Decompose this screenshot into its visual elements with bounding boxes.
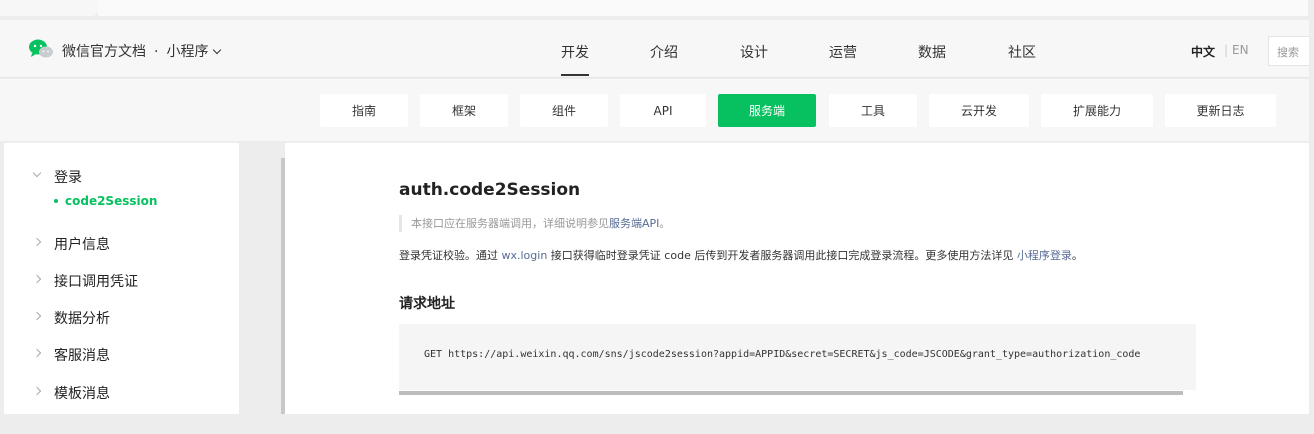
wx-login-link[interactable]: wx.login [502,249,548,262]
nav-item-community[interactable]: 社区 [1008,42,1036,62]
code-block: GET https://api.weixin.qq.com/sns/jscode… [399,324,1196,390]
sidebar-subitem-code2session[interactable]: code2Session [54,194,157,208]
description: 登录凭证校验。通过 wx.login 接口获得临时登录凭证 code 后传到开发… [399,247,1083,263]
browser-tab-edge [0,0,98,16]
miniprogram-login-link[interactable]: 小程序登录 [1017,249,1072,262]
server-note: 本接口应在服务器端调用，详细说明参见服务端API。 [399,215,670,232]
chevron-right-icon[interactable] [32,348,42,358]
request-url-code: GET https://api.weixin.qq.com/sns/jscode… [424,349,1141,360]
search-input[interactable]: 搜索 [1268,36,1309,66]
note-text: 本接口应在服务器端调用，详细说明参见 [411,217,609,230]
lang-separator: | [1224,43,1229,57]
sidebar-item-label[interactable]: 模板消息 [54,383,110,403]
desc-text-3: 。 [1071,249,1083,262]
subnav-components[interactable]: 组件 [520,94,608,127]
request-url-heading: 请求地址 [399,296,455,312]
chevron-down-icon[interactable] [213,45,222,55]
desc-text-1: 登录凭证校验。通过 [399,249,502,262]
nav-item-data[interactable]: 数据 [918,42,946,62]
lang-en[interactable]: EN [1232,43,1249,57]
sidebar-subitem-label[interactable]: code2Session [65,194,157,208]
bullet-icon [54,199,58,203]
sidebar-item-label[interactable]: 登录 [54,167,82,187]
chevron-down-icon[interactable] [32,168,42,178]
site-name[interactable]: 微信官方文档 [62,44,146,60]
brand-dot: · [154,44,159,60]
chevron-right-icon[interactable] [32,311,42,321]
browser-tab-bar [98,0,1308,16]
chevron-right-icon[interactable] [32,274,42,284]
sub-nav: 指南 框架 组件 API 服务端 工具 云开发 扩展能力 更新日志 [0,79,1309,141]
brand-title[interactable]: 微信官方文档 · 小程序 [62,41,222,61]
nav-item-operation[interactable]: 运营 [829,42,857,62]
doc-content: auth.code2Session 本接口应在服务器端调用，详细说明参见服务端A… [285,143,1309,414]
code-horizontal-scrollbar[interactable] [399,391,1183,395]
section-switcher[interactable]: 小程序 [166,44,208,60]
page-title: auth.code2Session [399,180,581,200]
nav-item-design[interactable]: 设计 [740,42,768,62]
subnav-cloud[interactable]: 云开发 [929,94,1029,127]
site-header: 微信官方文档 · 小程序 开发 介绍 设计 运营 数据 社区 中文 | EN 搜索 [0,20,1309,78]
wechat-logo-icon[interactable] [28,38,54,60]
chevron-right-icon[interactable] [32,237,42,247]
nav-item-intro[interactable]: 介绍 [650,42,678,62]
server-api-link[interactable]: 服务端API [609,217,659,230]
lang-zh[interactable]: 中文 [1191,43,1215,60]
note-suffix: 。 [659,217,671,230]
sidebar-item-label[interactable]: 数据分析 [54,308,110,328]
chevron-right-icon[interactable] [32,386,42,396]
subnav-framework[interactable]: 框架 [420,94,508,127]
sidebar-item-label[interactable]: 用户信息 [54,234,110,254]
sidebar-item-label[interactable]: 客服消息 [54,345,110,365]
nav-item-dev[interactable]: 开发 [561,42,589,76]
sidebar-item-label[interactable]: 接口调用凭证 [54,271,138,291]
subnav-changelog[interactable]: 更新日志 [1165,94,1276,127]
browser-top-strip [0,0,1314,20]
sidebar: 登录 code2Session 用户信息 接口调用凭证 数据分析 客服消息 模板… [4,143,239,414]
desc-text-2: 接口获得临时登录凭证 code 后传到开发者服务器调用此接口完成登录流程。更多使… [547,249,1017,262]
subnav-api[interactable]: API [620,94,706,127]
subnav-server[interactable]: 服务端 [718,94,816,127]
subnav-extensions[interactable]: 扩展能力 [1041,94,1153,127]
subnav-tools[interactable]: 工具 [829,94,917,127]
subnav-guide[interactable]: 指南 [320,94,408,127]
